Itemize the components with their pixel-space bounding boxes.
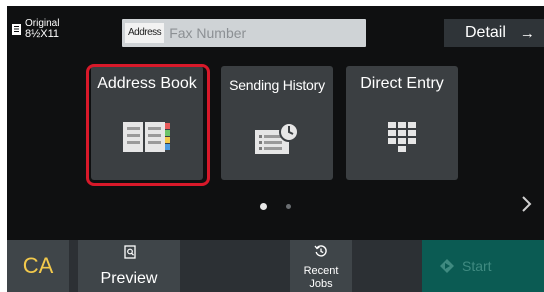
page-indicator-inactive xyxy=(286,204,291,209)
arrow-right-icon: → xyxy=(519,24,535,42)
preview-button[interactable]: Preview xyxy=(78,240,180,292)
start-label: Start xyxy=(462,258,492,274)
ca-button[interactable]: CA xyxy=(7,240,69,292)
detail-label: Detail xyxy=(465,24,506,41)
tile-label: Sending History xyxy=(229,77,325,93)
selected-tile-highlight xyxy=(86,64,210,186)
page-indicator-active xyxy=(260,203,267,210)
fax-number-input[interactable] xyxy=(169,25,350,41)
chevron-right-icon[interactable] xyxy=(514,189,540,219)
recent-jobs-line2: Jobs xyxy=(309,278,333,290)
start-button[interactable]: Start xyxy=(422,240,544,292)
recent-jobs-label: Recent Jobs xyxy=(290,265,352,291)
preview-icon xyxy=(124,245,136,264)
history-icon xyxy=(314,244,328,263)
start-diamond-icon xyxy=(439,258,455,279)
recent-jobs-line1: Recent xyxy=(303,265,339,277)
tile-label: Direct Entry xyxy=(360,75,444,92)
original-size-value: 8½X11 xyxy=(25,28,60,40)
recent-jobs-button[interactable]: Recent Jobs xyxy=(290,240,352,292)
direct-entry-tile[interactable]: Direct Entry xyxy=(346,66,458,180)
detail-button[interactable]: Detail → xyxy=(444,19,544,47)
document-icon xyxy=(12,22,21,35)
fax-number-field[interactable]: Address xyxy=(122,19,366,47)
original-size-indicator[interactable]: Original 8½X11 xyxy=(12,18,59,40)
fax-screen: Original 8½X11 Address Detail → Address … xyxy=(7,6,544,292)
sending-history-icon xyxy=(255,122,299,161)
preview-label: Preview xyxy=(100,270,158,287)
address-tag: Address xyxy=(125,23,165,43)
sending-history-tile[interactable]: Sending History xyxy=(221,66,333,180)
original-info: Original 8½X11 xyxy=(25,18,59,40)
bottom-action-bar: CA Preview Recent Jobs Start xyxy=(7,240,544,292)
keypad-icon xyxy=(388,122,416,159)
